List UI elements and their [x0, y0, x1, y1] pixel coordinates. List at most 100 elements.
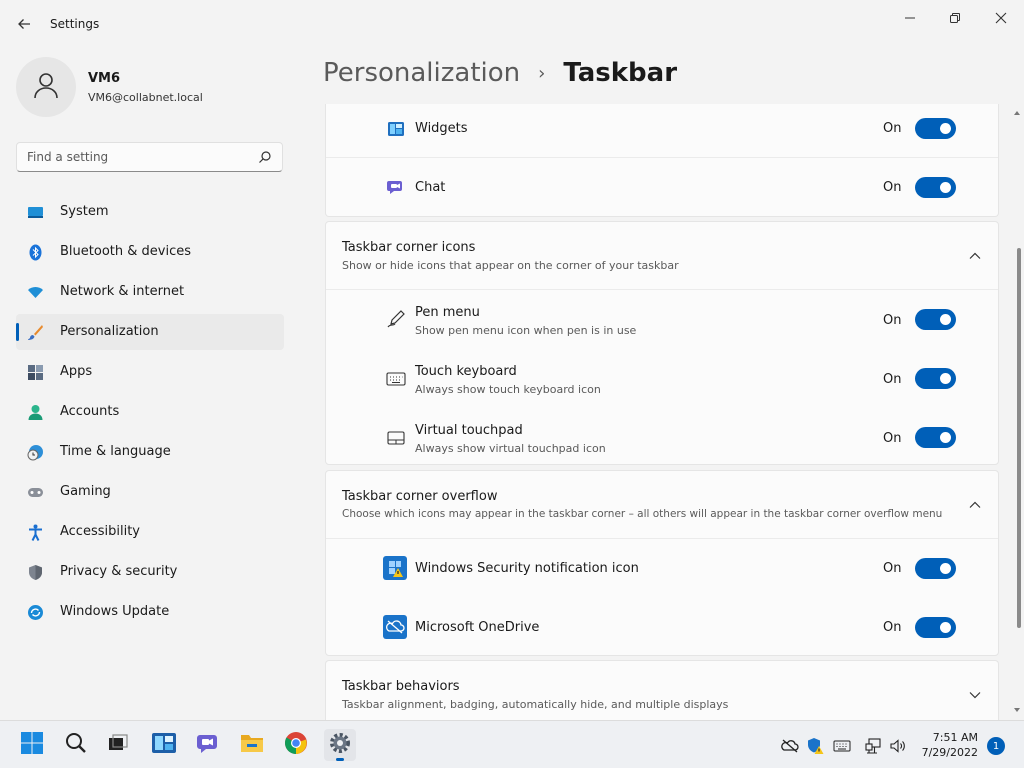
sidebar-item-apps[interactable]: Apps [16, 354, 284, 390]
toggle-knob [940, 123, 951, 134]
user-profile[interactable]: VM6 VM6@collabnet.local [16, 57, 296, 117]
task-view-icon [106, 731, 130, 759]
taskbar-widgets-button[interactable] [148, 729, 180, 761]
onedrive-toggle[interactable] [915, 617, 956, 638]
taskbar-clock[interactable]: 7:51 AM 7/29/2022 [916, 730, 978, 760]
title-bar: Settings [0, 0, 1024, 48]
back-arrow-icon[interactable] [12, 12, 36, 36]
user-name: VM6 [88, 71, 121, 86]
settings-app-button[interactable] [324, 729, 356, 761]
clock-date: 7/29/2022 [921, 746, 978, 759]
minimize-button[interactable] [887, 4, 933, 36]
setting-row-virtual-touchpad: Virtual touchpad Always show virtual tou… [326, 408, 998, 465]
chat-icon [386, 177, 406, 197]
sidebar-item-accessibility[interactable]: Accessibility [16, 514, 284, 550]
touch-keyboard-toggle[interactable] [915, 368, 956, 389]
setting-row-widgets: Widgets On [326, 104, 998, 157]
toggle-state-label: On [883, 561, 902, 576]
toggle-state-label: On [883, 180, 902, 195]
setting-title: Pen menu [415, 305, 480, 320]
close-icon [995, 12, 1007, 28]
taskbar-search-button[interactable] [60, 729, 92, 761]
scrollbar-thumb[interactable] [1017, 248, 1021, 628]
sidebar-item-privacy-security[interactable]: Privacy & security [16, 554, 284, 590]
setting-title: Microsoft OneDrive [415, 620, 540, 635]
search-box[interactable] [16, 142, 283, 172]
chevron-right-icon: › [538, 62, 546, 84]
section-title: Taskbar behaviors [342, 679, 460, 694]
network-icon[interactable] [864, 737, 882, 755]
sidebar-item-bluetooth[interactable]: Bluetooth & devices [16, 234, 284, 270]
minimize-icon [904, 12, 916, 28]
keyboard-icon [386, 369, 406, 389]
chevron-up-icon[interactable] [968, 497, 982, 511]
chevron-down-icon[interactable] [968, 687, 982, 701]
toggle-state-label: On [883, 121, 902, 136]
brush-icon [27, 324, 44, 341]
sidebar-item-windows-update[interactable]: Windows Update [16, 594, 284, 630]
windows-security-warning-icon[interactable] [806, 737, 824, 755]
setting-title: Chat [415, 180, 446, 195]
chrome-button[interactable] [280, 729, 312, 761]
taskbar-items-card: Widgets On Chat On [325, 104, 999, 217]
sidebar-item-label: Accessibility [60, 524, 140, 539]
setting-row-pen-menu: Pen menu Show pen menu icon when pen is … [326, 290, 998, 349]
chat-toggle[interactable] [915, 177, 956, 198]
setting-row-onedrive: Microsoft OneDrive On [326, 598, 998, 656]
onedrive-offline-icon[interactable] [781, 737, 799, 755]
scroll-down-arrow-icon[interactable] [1012, 705, 1022, 715]
setting-title: Windows Security notification icon [415, 561, 639, 576]
clock-time: 7:51 AM [932, 731, 978, 744]
sidebar-item-label: System [60, 204, 109, 219]
person-icon [31, 70, 61, 104]
corner-overflow-section: Taskbar corner overflow Choose which ico… [325, 470, 999, 656]
restore-button[interactable] [932, 4, 978, 36]
section-title: Taskbar corner overflow [342, 489, 498, 504]
search-input[interactable] [17, 143, 252, 171]
notification-badge[interactable]: 1 [987, 737, 1005, 755]
toggle-state-label: On [883, 372, 902, 387]
setting-row-touch-keyboard: Touch keyboard Always show touch keyboar… [326, 349, 998, 408]
scroll-up-arrow-icon[interactable] [1012, 108, 1022, 118]
task-view-button[interactable] [102, 729, 134, 761]
corner-icons-header[interactable]: Taskbar corner icons Show or hide icons … [326, 222, 998, 289]
virtual-touchpad-toggle[interactable] [915, 427, 956, 448]
keyboard-icon[interactable] [833, 737, 851, 755]
sidebar-item-network[interactable]: Network & internet [16, 274, 284, 310]
setting-title: Widgets [415, 121, 468, 136]
windows-security-toggle[interactable] [915, 558, 956, 579]
search-icon[interactable] [258, 149, 272, 163]
start-button[interactable] [16, 729, 48, 761]
corner-overflow-header[interactable]: Taskbar corner overflow Choose which ico… [326, 471, 998, 538]
sidebar-item-label: Privacy & security [60, 564, 178, 579]
teams-chat-icon [196, 731, 220, 759]
setting-title: Virtual touchpad [415, 423, 523, 438]
restore-icon [949, 12, 961, 28]
breadcrumb-parent[interactable]: Personalization [323, 58, 520, 88]
toggle-knob [940, 563, 951, 574]
sidebar-item-time-language[interactable]: Time & language [16, 434, 284, 470]
sidebar-item-accounts[interactable]: Accounts [16, 394, 284, 430]
clock-globe-icon [27, 444, 44, 461]
file-explorer-button[interactable] [236, 729, 268, 761]
close-button[interactable] [978, 4, 1024, 36]
bluetooth-icon [27, 244, 44, 261]
setting-subtitle: Show pen menu icon when pen is in use [415, 324, 637, 337]
widgets-toggle[interactable] [915, 118, 956, 139]
breadcrumb: Personalization › Taskbar [323, 58, 677, 88]
chevron-up-icon[interactable] [968, 248, 982, 262]
behaviors-section[interactable]: Taskbar behaviors Taskbar alignment, bad… [325, 660, 999, 720]
sidebar-item-label: Accounts [60, 404, 120, 419]
sidebar-item-gaming[interactable]: Gaming [16, 474, 284, 510]
sidebar-item-label: Personalization [60, 324, 159, 339]
sidebar-item-label: Bluetooth & devices [60, 244, 191, 259]
pen-menu-toggle[interactable] [915, 309, 956, 330]
section-subtitle: Choose which icons may appear in the tas… [342, 508, 943, 520]
taskbar-chat-button[interactable] [192, 729, 224, 761]
sidebar-item-system[interactable]: System [16, 194, 284, 230]
accessibility-icon [27, 524, 44, 541]
gear-icon [328, 731, 352, 759]
volume-icon[interactable] [889, 737, 907, 755]
chrome-icon [284, 731, 308, 759]
sidebar-item-personalization[interactable]: Personalization [16, 314, 284, 350]
